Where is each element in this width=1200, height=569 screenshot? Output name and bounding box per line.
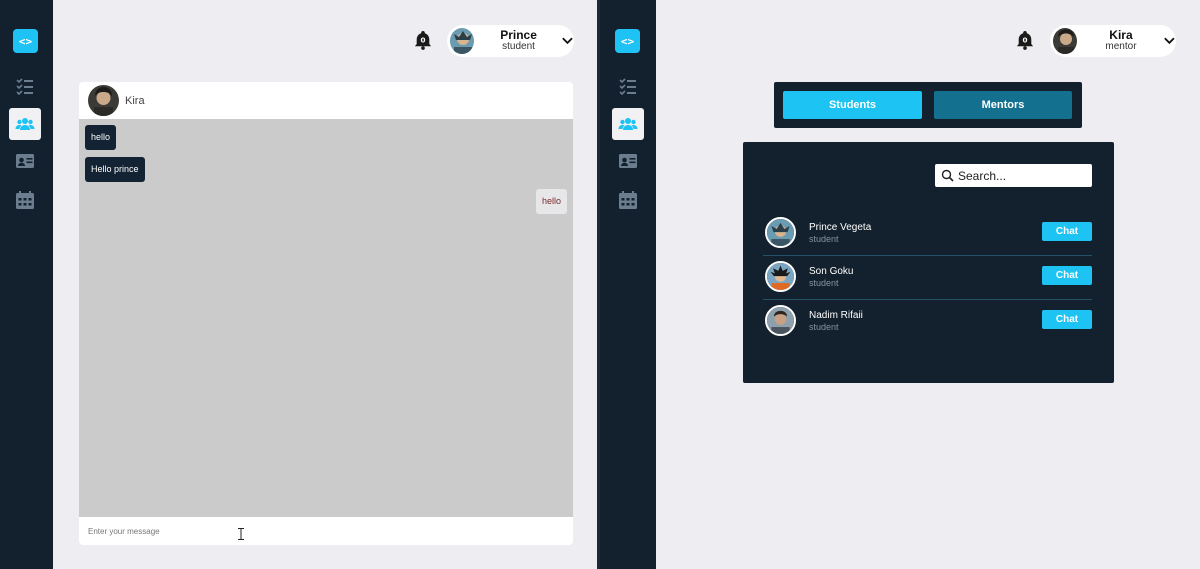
checklist-icon <box>619 78 636 96</box>
message-bubble: Hello prince <box>85 157 145 182</box>
search-icon <box>941 169 954 182</box>
user-name: Prince <box>500 28 537 42</box>
avatar <box>765 305 796 336</box>
tab-mentors[interactable]: Mentors <box>934 91 1072 119</box>
message-bubble: hello <box>85 125 117 150</box>
sidebar: <> <box>600 0 656 569</box>
calendar-icon <box>619 191 637 209</box>
sidebar-item-calendar[interactable] <box>612 184 644 216</box>
user-role: student <box>809 322 839 332</box>
users-icon <box>15 118 35 130</box>
search-box[interactable] <box>935 164 1092 187</box>
id-card-icon <box>16 154 34 168</box>
text-cursor-icon <box>238 528 244 540</box>
chevron-down-icon[interactable] <box>1163 34 1176 48</box>
avatar <box>765 261 796 292</box>
user-row: Nadim Rifaii student Chat <box>763 300 1092 344</box>
svg-text:0: 0 <box>1022 36 1027 45</box>
chat-window: Kira hello Hello prince hello <box>79 82 573 545</box>
avatar <box>450 28 474 54</box>
users-icon <box>618 118 638 130</box>
tab-students[interactable]: Students <box>783 91 922 119</box>
user-role: mentor <box>1105 41 1137 52</box>
message-list: hello Hello prince hello <box>79 119 573 517</box>
chat-header: Kira <box>79 82 573 119</box>
sidebar-item-users[interactable] <box>612 108 644 140</box>
contact-name: Kira <box>125 94 145 107</box>
user-menu[interactable]: Prince student <box>447 25 574 57</box>
bell-icon[interactable]: 0 <box>1015 29 1035 51</box>
sidebar: <> <box>0 0 53 569</box>
sidebar-item-profile[interactable] <box>612 145 644 177</box>
chat-button[interactable]: Chat <box>1042 266 1092 285</box>
bell-icon[interactable]: 0 <box>413 29 433 51</box>
id-card-icon <box>619 154 637 168</box>
message-input[interactable] <box>79 517 573 545</box>
user-row: Prince Vegeta student Chat <box>763 212 1092 256</box>
user-list-panel: Prince Vegeta student Chat Son Goku stud… <box>743 142 1114 383</box>
user-menu[interactable]: Kira mentor <box>1050 25 1176 57</box>
avatar <box>765 217 796 248</box>
checklist-icon <box>16 78 33 96</box>
avatar <box>1053 28 1077 54</box>
student-chat-pane: <> 0 Prince student Kira hello Hello pri… <box>0 0 597 569</box>
contact-avatar <box>88 85 119 116</box>
chat-button[interactable]: Chat <box>1042 310 1092 329</box>
user-role: student <box>809 234 839 244</box>
sidebar-item-tasks[interactable] <box>9 70 41 102</box>
user-name: Son Goku <box>809 266 854 277</box>
user-role: student <box>502 41 535 52</box>
sidebar-item-profile[interactable] <box>9 145 41 177</box>
sidebar-item-calendar[interactable] <box>9 184 41 216</box>
mentor-users-pane: <> 0 Kira mentor Students Mentors Search… <box>600 0 1200 569</box>
app-logo[interactable]: <> <box>615 29 640 53</box>
calendar-icon <box>16 191 34 209</box>
user-role: student <box>809 278 839 288</box>
svg-text:0: 0 <box>420 36 425 45</box>
sidebar-item-users[interactable] <box>9 108 41 140</box>
role-tabs: Students Mentors <box>774 82 1082 128</box>
user-name: Kira <box>1109 28 1133 42</box>
user-name: Prince Vegeta <box>809 222 872 233</box>
chat-button[interactable]: Chat <box>1042 222 1092 241</box>
sidebar-item-tasks[interactable] <box>612 70 644 102</box>
user-name: Nadim Rifaii <box>809 310 863 321</box>
chevron-down-icon[interactable] <box>561 34 574 48</box>
search-input[interactable] <box>958 168 1088 183</box>
message-bubble: hello <box>535 189 567 214</box>
app-logo[interactable]: <> <box>13 29 38 53</box>
user-row: Son Goku student Chat <box>763 256 1092 300</box>
